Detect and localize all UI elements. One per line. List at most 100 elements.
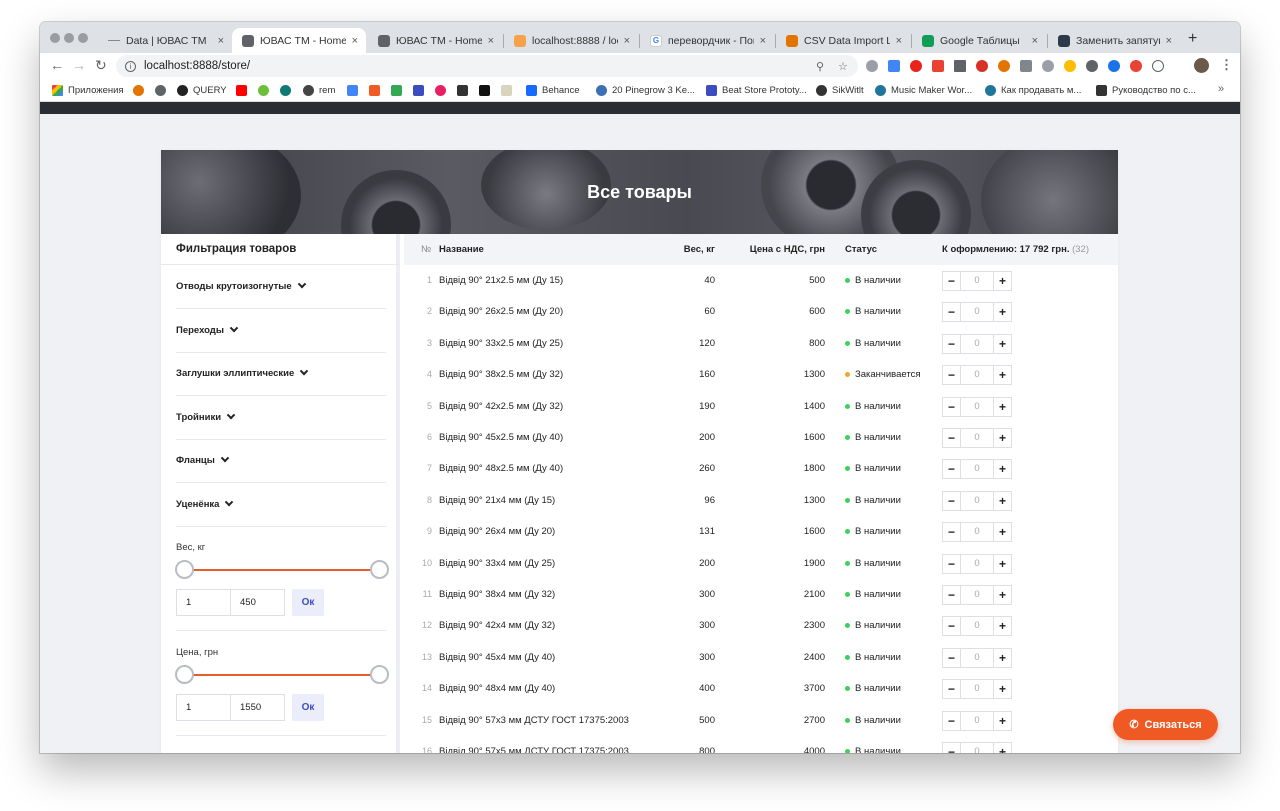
weight-min-input[interactable]: 1 [176,589,231,616]
extension-shield-icon[interactable] [866,60,878,72]
browser-tab[interactable]: ЮВАС ТМ - Home × [232,28,366,53]
price-range-min-handle[interactable] [175,665,194,684]
close-tab-icon[interactable]: × [352,35,358,47]
window-close-button[interactable] [50,33,60,43]
bookmark-pinegrow[interactable]: 20 Pinegrow 3 Ke... [596,82,695,99]
window-minimize-button[interactable] [64,33,74,43]
decrement-button[interactable]: − [943,586,960,604]
quantity-input[interactable]: 0 [960,334,994,353]
bookmark-codepen-icon[interactable] [457,85,468,96]
decrement-button[interactable]: − [943,272,960,290]
quantity-input[interactable]: 0 [960,491,994,510]
bookmark-behance[interactable]: Behance [526,82,580,99]
decrement-button[interactable]: − [943,555,960,573]
decrement-button[interactable]: − [943,429,960,447]
decrement-button[interactable]: − [943,492,960,510]
bookmark-sikwitlt[interactable]: SikWitlt [816,82,864,99]
quantity-input[interactable]: 0 [960,397,994,416]
price-range-max-handle[interactable] [370,665,389,684]
quantity-input[interactable]: 0 [960,680,994,699]
product-name[interactable]: Відвід 90° 45x2.5 мм (Ду 40) [439,422,563,453]
price-max-input[interactable]: 1550 [230,694,285,721]
increment-button[interactable]: + [994,303,1011,321]
browser-tab[interactable]: Gперевордчик - Поиск × [640,28,774,53]
decrement-button[interactable]: − [943,680,960,698]
bookmark-apps[interactable]: Приложения [52,82,124,99]
increment-button[interactable]: + [994,335,1011,353]
increment-button[interactable]: + [994,398,1011,416]
increment-button[interactable]: + [994,649,1011,667]
bookmark-medium-icon[interactable] [479,85,490,96]
weight-apply-button[interactable]: Ок [292,589,324,616]
extension-blue-icon[interactable] [1108,60,1120,72]
profile-avatar[interactable] [1194,58,1209,73]
close-tab-icon[interactable]: × [1166,35,1172,47]
col-name-header[interactable]: Название [439,234,484,265]
product-name[interactable]: Відвід 90° 42x2.5 мм (Ду 32) [439,391,563,422]
increment-button[interactable]: + [994,429,1011,447]
quantity-input[interactable]: 0 [960,523,994,542]
bookmark-teal-icon[interactable] [280,85,291,96]
bookmark-music-maker[interactable]: Music Maker Wor... [875,82,972,99]
bookmark-star-icon[interactable] [391,85,402,96]
browser-tab[interactable]: localhost:8888 / local × [504,28,638,53]
filter-category-otvody[interactable]: Отводы крутоизогнутые [176,265,386,309]
close-tab-icon[interactable]: × [1032,35,1038,47]
col-weight-header[interactable]: Вес, кг [654,234,715,265]
bookmark-dribbble-icon[interactable] [435,85,446,96]
browser-tab[interactable]: ЮВАС ТМ - Home × [368,28,502,53]
contact-button[interactable]: ✆ Связаться [1113,709,1218,740]
increment-button[interactable]: + [994,586,1011,604]
quantity-input[interactable]: 0 [960,648,994,667]
extension-v-icon[interactable] [1086,60,1098,72]
quantity-input[interactable]: 0 [960,554,994,573]
bookmark-rukovodstvo[interactable]: Руководство по с... [1096,82,1196,99]
bookmark-w-icon[interactable] [413,85,424,96]
decrement-button[interactable]: − [943,460,960,478]
increment-button[interactable]: + [994,743,1011,753]
filter-category-troyniki[interactable]: Тройники [176,396,386,440]
close-tab-icon[interactable]: × [624,35,630,47]
quantity-input[interactable]: 0 [960,366,994,385]
increment-button[interactable]: + [994,492,1011,510]
filter-category-utsenenka[interactable]: Уценёнка [176,483,386,527]
col-price-header[interactable]: Цена с НДС, грн [724,234,825,265]
site-info-icon[interactable]: i [125,60,136,72]
browser-menu-icon[interactable]: ⋮ [1220,57,1233,73]
product-name[interactable]: Відвід 90° 21x2.5 мм (Ду 15) [439,265,563,296]
bookmark-green-icon[interactable] [258,85,269,96]
increment-button[interactable]: + [994,523,1011,541]
product-name[interactable]: Відвід 90° 26x4 мм (Ду 20) [439,516,555,547]
close-tab-icon[interactable]: × [218,35,224,47]
browser-tab[interactable]: CSV Data Import Lite × [776,28,910,53]
decrement-button[interactable]: − [943,523,960,541]
quantity-input[interactable]: 0 [960,303,994,322]
bookmark-grey-icon[interactable] [155,85,166,96]
window-zoom-button[interactable] [78,33,88,43]
product-name[interactable]: Відвід 90° 42x4 мм (Ду 32) [439,610,555,641]
key-icon[interactable]: ⚲ [816,60,824,73]
back-button[interactable]: ← [50,57,64,73]
bookmark-orange-icon[interactable] [133,85,144,96]
weight-max-input[interactable]: 450 [230,589,285,616]
close-tab-icon[interactable]: × [760,35,766,47]
browser-tab[interactable]: Заменить запятую на × [1048,28,1180,53]
col-status-header[interactable]: Статус [845,234,877,265]
new-tab-button[interactable]: + [1188,30,1197,48]
product-name[interactable]: Відвід 90° 57x3 мм ДСТУ ГОСТ 17375:2003 [439,705,629,736]
bookmark-query[interactable]: QUERY [177,82,227,99]
extension-lock-icon[interactable] [932,60,944,72]
decrement-button[interactable]: − [943,743,960,753]
product-name[interactable]: Відвід 90° 33x2.5 мм (Ду 25) [439,328,563,359]
extension-s-icon[interactable] [976,60,988,72]
quantity-input[interactable]: 0 [960,460,994,479]
extension-yellow-icon[interactable] [1064,60,1076,72]
quantity-input[interactable]: 0 [960,586,994,604]
quantity-input[interactable]: 0 [960,272,994,290]
quantity-input[interactable]: 0 [960,711,994,730]
increment-button[interactable]: + [994,555,1011,573]
weight-range-track[interactable] [185,569,381,571]
browser-tab[interactable]: Data | ЮВАС ТМ × [98,28,232,53]
weight-range-max-handle[interactable] [370,560,389,579]
filter-category-perehody[interactable]: Переходы [176,309,386,353]
